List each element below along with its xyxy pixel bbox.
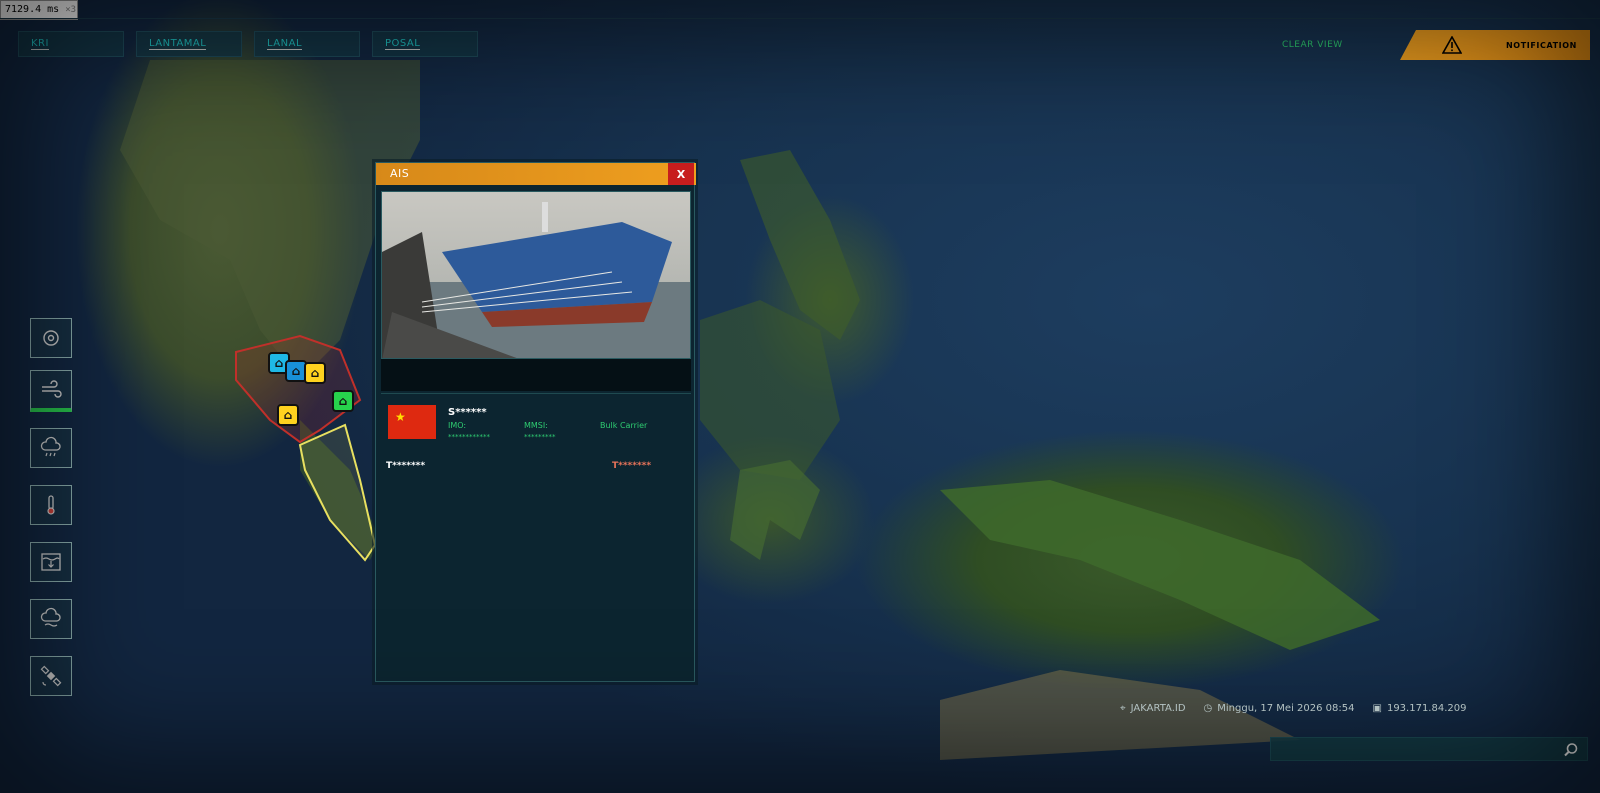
top-tab-lantamal[interactable]: LANTAMAL	[136, 31, 242, 57]
close-button[interactable]: X	[668, 163, 694, 185]
monitor-icon: ▣	[1372, 703, 1382, 714]
pin-icon: ⌖	[1120, 703, 1126, 714]
map-stage[interactable]: ⌂ ⌂ ⌂ ⌂ ⌂ 7129.4 ms ×3 KRI LANTAMAL LANA…	[0, 0, 1600, 793]
clear-view-button[interactable]: CLEAR VIEW	[1282, 40, 1343, 50]
rain-cloud-icon	[40, 436, 61, 457]
clock-indicator: ◷ Minggu, 17 Mei 2026 08:54	[1203, 703, 1355, 714]
warning-icon	[1442, 36, 1462, 54]
top-tabs: KRI LANTAMAL LANAL POSAL	[18, 31, 478, 57]
top-tab-posal[interactable]: POSAL	[372, 31, 478, 57]
notification-label: NOTIFICATION	[1506, 41, 1577, 50]
ship-layer	[0, 0, 1600, 793]
site-indicator: ⌖ JAKARTA.ID	[1120, 703, 1186, 714]
clock-icon: ◷	[1203, 703, 1213, 714]
top-tab-lanal[interactable]: LANAL	[254, 31, 360, 57]
imo-label: IMO:	[448, 421, 467, 430]
top-divider	[0, 18, 1600, 19]
close-icon: X	[676, 167, 686, 181]
wind-button[interactable]	[30, 370, 72, 412]
search-icon[interactable]	[1563, 742, 1579, 758]
status-bar: ⌖ JAKARTA.ID ◷ Minggu, 17 Mei 2026 08:54 ▣…	[1120, 703, 1466, 714]
ais-panel-title: AIS	[390, 167, 410, 180]
wave-button[interactable]	[30, 542, 72, 582]
notification-button[interactable]: NOTIFICATION	[1400, 30, 1590, 60]
ais-panel-header: AIS	[376, 163, 696, 185]
ip-indicator: ▣ 193.171.84.209	[1372, 703, 1467, 714]
ais-panel: AIS X ★ S****** IMO: ************ MMSI:	[375, 162, 696, 682]
wind-icon	[42, 379, 62, 398]
origin-port: T*******	[386, 461, 426, 471]
mmsi-label: MMSI:	[524, 421, 548, 430]
satellite-button[interactable]	[30, 656, 72, 696]
top-tab-kri[interactable]: KRI	[18, 31, 124, 57]
thermometer-icon	[47, 495, 55, 515]
vessel-name: S******	[448, 407, 487, 418]
perf-counter: 7129.4 ms ×3	[0, 0, 78, 20]
rain-button[interactable]	[30, 428, 72, 468]
search-input[interactable]	[1270, 737, 1588, 761]
temperature-button[interactable]	[30, 485, 72, 525]
destination-port: T*******	[612, 461, 652, 471]
ship-image	[382, 192, 690, 358]
vessel-photo	[381, 191, 691, 359]
vessel-stats	[381, 359, 691, 391]
storm-button[interactable]	[30, 599, 72, 639]
route-progress-bar	[386, 434, 656, 444]
satellite-icon	[40, 665, 62, 687]
cyclone-button[interactable]	[30, 318, 72, 358]
storm-cloud-icon	[40, 607, 61, 627]
cyclone-icon	[43, 330, 59, 346]
vessel-type: Bulk Carrier	[600, 421, 648, 430]
divider	[381, 393, 691, 394]
wave-height-icon	[41, 553, 61, 571]
